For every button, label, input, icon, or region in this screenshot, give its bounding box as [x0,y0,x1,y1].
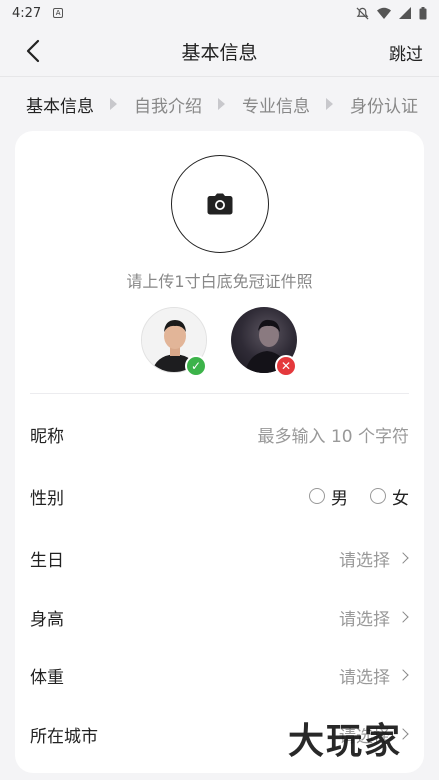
status-icons [356,6,427,20]
birthday-value: 请选择 [339,550,390,571]
mute-icon [356,7,369,19]
radio-circle-icon [370,488,386,504]
height-picker[interactable]: 请选择 [339,605,409,630]
skip-button[interactable]: 跳过 [389,40,423,65]
gender-radio-group: 男 女 [309,484,409,509]
chevron-right-icon [397,728,409,740]
height-label: 身高 [30,609,64,630]
camera-icon [207,193,233,215]
signal-icon [399,7,411,19]
step-arrow-icon [110,98,117,110]
nickname-row: 昵称 最多输入 10 个字符 [15,405,424,463]
step-professional-info: 专业信息 [242,96,310,117]
gender-male-label: 男 [331,488,348,509]
birthday-picker[interactable]: 请选择 [339,546,409,571]
check-icon: ✓ [185,355,207,377]
back-arrow-icon[interactable] [22,38,46,64]
nav-divider [0,76,439,77]
city-row[interactable]: 所在城市 请选择 [15,705,424,763]
city-picker[interactable]: 请选择 [339,722,409,747]
step-arrow-icon [218,98,225,110]
weight-row[interactable]: 体重 请选择 [15,646,424,704]
nickname-input[interactable]: 最多输入 10 个字符 [258,422,409,447]
height-row[interactable]: 身高 请选择 [15,588,424,646]
step-basic-info: 基本信息 [26,96,94,117]
nickname-label: 昵称 [30,426,64,447]
photo-upload-button[interactable] [171,155,269,253]
step-indicator: 基本信息 自我介绍 专业信息 身份认证 [0,86,439,122]
form-card: 请上传1寸白底免冠证件照 ✓ ✕ 昵称 最多输入 10 个字符 性别 男 女 生… [15,131,424,773]
card-divider [30,393,409,394]
height-value: 请选择 [339,609,390,630]
gender-male-radio[interactable]: 男 [309,484,348,509]
weight-value: 请选择 [339,667,390,688]
city-value: 请选择 [339,726,390,747]
photo-upload-hint: 请上传1寸白底免冠证件照 [126,272,313,291]
weight-picker[interactable]: 请选择 [339,663,409,688]
chevron-right-icon [397,611,409,623]
step-arrow-icon [326,98,333,110]
birthday-row[interactable]: 生日 请选择 [15,529,424,587]
gender-female-radio[interactable]: 女 [370,484,409,509]
gender-label: 性别 [30,488,64,509]
birthday-label: 生日 [30,550,64,571]
battery-icon [419,6,427,19]
step-self-intro: 自我介绍 [134,96,202,117]
page-title: 基本信息 [181,41,258,64]
gender-row: 性别 男 女 [15,467,424,525]
weight-label: 体重 [30,667,64,688]
nav-bar: 基本信息 跳过 [0,26,439,76]
radio-circle-icon [309,488,325,504]
wifi-icon [377,7,391,19]
chevron-right-icon [397,669,409,681]
status-bar: 4:27 A [0,0,439,26]
cross-icon: ✕ [275,355,297,377]
gender-female-label: 女 [392,488,409,509]
status-time: 4:27 [12,5,42,21]
step-identity-verification: 身份认证 [350,96,418,117]
chevron-right-icon [397,552,409,564]
notification-a-icon: A [53,8,64,18]
city-label: 所在城市 [30,726,98,747]
